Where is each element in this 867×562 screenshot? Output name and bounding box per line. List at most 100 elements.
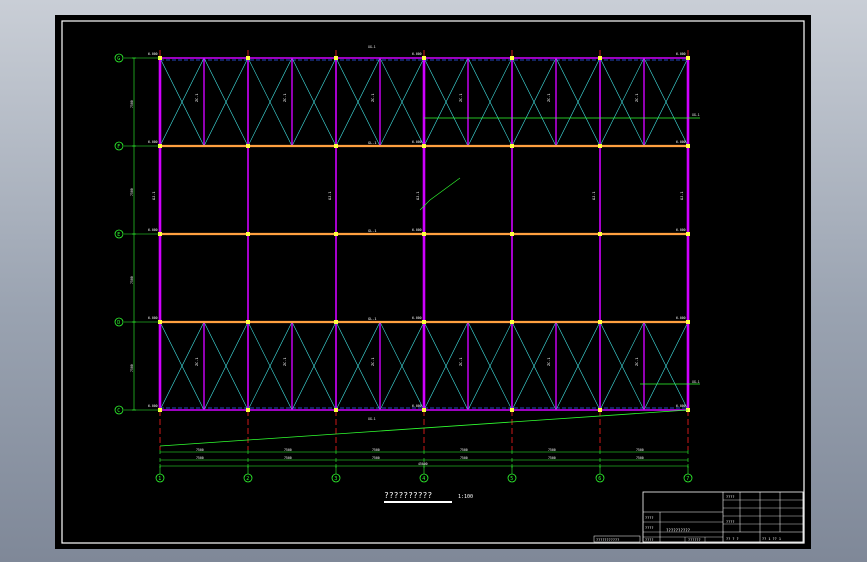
column-label: GJ-1 — [680, 192, 684, 200]
axis-label-4: 4 — [422, 476, 425, 482]
bracing-label: ZC-1 — [283, 358, 287, 366]
column-node — [334, 56, 338, 60]
title-row-3: ???? — [645, 538, 653, 542]
beam-label: GL-1 — [368, 141, 376, 145]
bracing-label: ZC-1 — [283, 94, 287, 102]
column-node — [334, 320, 338, 324]
elevation-label: 6.000 — [676, 316, 686, 320]
cad-viewport[interactable]: ZC-1 ZC-1 ZC-1 ZC-1 ZC-1 ZC-1 ZC-1 ZC-1 ZC-1 ZC-1… — [0, 0, 867, 562]
axis-label-5: 5 — [510, 476, 513, 482]
beam-label: GL-1 — [368, 317, 376, 321]
drawing-title: ?????????? — [384, 491, 432, 500]
footer-note: ??????????? — [596, 538, 619, 542]
bracing-label: ZC-1 — [371, 358, 375, 366]
elevation-label: 6.000 — [412, 404, 422, 408]
column-node — [334, 144, 338, 148]
dim-label-top-2: 7500 — [372, 448, 380, 452]
column-label: GJ-1 — [152, 192, 156, 200]
column-node — [510, 408, 514, 412]
column-node — [422, 320, 426, 324]
column-label: GJ-1 — [592, 192, 596, 200]
dim-label-left-0: 7500 — [130, 100, 134, 108]
dim-label-top-4: 7500 — [548, 448, 556, 452]
dim-label-bottom-4: 7500 — [548, 456, 556, 460]
axis-label-1: 1 — [158, 476, 161, 482]
bracing-label: ZC-1 — [195, 358, 199, 366]
column-node — [334, 408, 338, 412]
axis-label-C: C — [117, 408, 120, 414]
title-row-5: ???? — [726, 520, 734, 524]
dim-label-total: 45000 — [418, 462, 428, 466]
bracing-label: ZC-1 — [195, 94, 199, 102]
column-node — [422, 232, 426, 236]
bracing-label: ZC-1 — [459, 358, 463, 366]
drawing-sheet — [55, 15, 811, 549]
bracing-label: ZC-1 — [547, 358, 551, 366]
strut-label: XG-1 — [368, 45, 376, 49]
axis-label-2: 2 — [246, 476, 249, 482]
axis-label-7: 7 — [686, 476, 689, 482]
bracing-label: ZC-1 — [635, 358, 639, 366]
dim-label-bottom-5: 7500 — [636, 456, 644, 460]
elevation-label: 6.000 — [148, 404, 158, 408]
axis-label-3: 3 — [334, 476, 337, 482]
column-node — [422, 144, 426, 148]
title-sheet-info: ?? 1 ?? 1 — [762, 537, 781, 541]
dim-label-top-3: 7500 — [460, 448, 468, 452]
column-node — [598, 408, 602, 412]
column-node — [686, 232, 690, 236]
dim-label-top-0: 7500 — [196, 448, 204, 452]
bracing-label: ZC-1 — [371, 94, 375, 102]
elevation-label: 6.000 — [676, 140, 686, 144]
column-node — [510, 144, 514, 148]
elevation-label: 6.000 — [412, 316, 422, 320]
axis-label-E: E — [117, 232, 120, 238]
column-label: GJ-1 — [328, 192, 332, 200]
strut-label: XG-1 — [692, 380, 700, 384]
column-node — [422, 408, 426, 412]
column-node — [598, 320, 602, 324]
axis-label-G: G — [117, 56, 120, 62]
axis-label-F: F — [117, 144, 120, 150]
title-row-4: ???? — [726, 495, 734, 499]
bracing-label: ZC-1 — [635, 94, 639, 102]
column-node — [246, 232, 250, 236]
dim-label-bottom-0: 7500 — [196, 456, 204, 460]
bracing-label: ZC-1 — [459, 94, 463, 102]
title-project-name: ?????????? — [666, 528, 691, 533]
strut-label: XG-1 — [692, 113, 700, 117]
axis-label-6: 6 — [598, 476, 601, 482]
elevation-label: 6.000 — [676, 404, 686, 408]
dim-label-top-5: 7500 — [636, 448, 644, 452]
dim-label-bottom-1: 7500 — [284, 456, 292, 460]
column-node — [510, 232, 514, 236]
column-node — [598, 56, 602, 60]
beam-label: GL-1 — [368, 229, 376, 233]
title-drawing-no: ?? ? ? — [726, 537, 739, 541]
drawing-scale: 1:100 — [458, 494, 473, 500]
column-node — [686, 56, 690, 60]
elevation-label: 6.000 — [676, 52, 686, 56]
dim-label-left-2: 7500 — [130, 276, 134, 284]
column-node — [334, 232, 338, 236]
elevation-label: 6.000 — [148, 228, 158, 232]
dim-label-left-1: 7500 — [130, 188, 134, 196]
elevation-label: 6.000 — [148, 52, 158, 56]
elevation-label: 6.000 — [412, 228, 422, 232]
elevation-label: 6.000 — [412, 140, 422, 144]
title-drawing-name: ?????? — [688, 538, 701, 542]
axis-label-D: D — [117, 320, 120, 326]
column-node — [598, 232, 602, 236]
column-node — [422, 56, 426, 60]
title-row-1: ???? — [645, 516, 653, 520]
dim-label-bottom-2: 7500 — [372, 456, 380, 460]
column-node — [510, 320, 514, 324]
column-node — [246, 408, 250, 412]
elevation-label: 6.000 — [148, 316, 158, 320]
dim-label-bottom-3: 7500 — [460, 456, 468, 460]
title-row-2: ???? — [645, 526, 653, 530]
column-node — [686, 144, 690, 148]
column-node — [246, 56, 250, 60]
column-label: GJ-1 — [416, 192, 420, 200]
column-node — [246, 144, 250, 148]
